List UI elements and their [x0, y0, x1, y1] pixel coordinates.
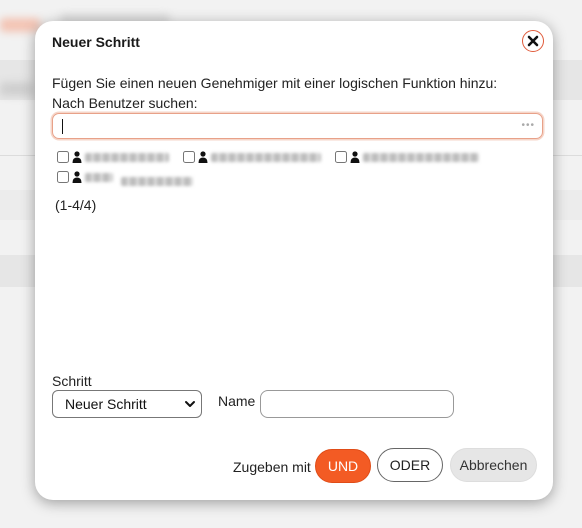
new-step-dialog: Neuer Schritt Fügen Sie einen neuen Gene…: [35, 21, 553, 500]
cancel-button[interactable]: Abbrechen: [450, 448, 537, 482]
user-search-box[interactable]: •••: [52, 113, 543, 139]
person-icon: [72, 171, 82, 183]
step-select[interactable]: Neuer Schritt: [52, 390, 202, 418]
dialog-title: Neuer Schritt: [52, 34, 140, 50]
intro-text: Fügen Sie einen neuen Genehmiger mit ein…: [52, 75, 498, 91]
name-input[interactable]: [260, 390, 454, 418]
user-name-redacted: [85, 152, 169, 162]
user-checkbox[interactable]: [57, 151, 69, 163]
user-search-input[interactable]: [61, 116, 522, 136]
or-button[interactable]: ODER: [377, 448, 443, 482]
user-name-redacted: [120, 177, 193, 186]
background-blob: [0, 18, 40, 32]
user-name-redacted: [210, 152, 321, 162]
user-checkbox[interactable]: [334, 151, 347, 163]
user-name-redacted: [85, 172, 113, 182]
text-caret: [62, 119, 63, 134]
user-item[interactable]: [49, 151, 169, 163]
user-item[interactable]: [327, 151, 479, 163]
person-icon: [198, 151, 208, 163]
user-item[interactable]: [175, 151, 321, 163]
user-list: [49, 151, 539, 191]
user-checkbox[interactable]: [182, 151, 195, 163]
person-icon: [350, 151, 360, 163]
background-blob: [0, 82, 34, 96]
search-label: Nach Benutzer suchen:: [52, 95, 198, 111]
user-checkbox[interactable]: [57, 171, 69, 183]
person-icon: [72, 151, 82, 163]
user-item[interactable]: [49, 171, 113, 183]
close-button[interactable]: [522, 30, 544, 52]
and-button[interactable]: UND: [315, 449, 371, 483]
result-count: (1-4/4): [55, 197, 97, 213]
add-with-label: Zugeben mit: [233, 459, 311, 475]
chevron-down-icon: [185, 401, 195, 407]
name-label: Name: [218, 393, 256, 409]
step-select-value: Neuer Schritt: [65, 396, 147, 412]
user-name-redacted: [362, 152, 479, 162]
close-icon: [527, 35, 539, 47]
step-label: Schritt: [52, 373, 92, 389]
more-icon[interactable]: •••: [521, 121, 541, 131]
